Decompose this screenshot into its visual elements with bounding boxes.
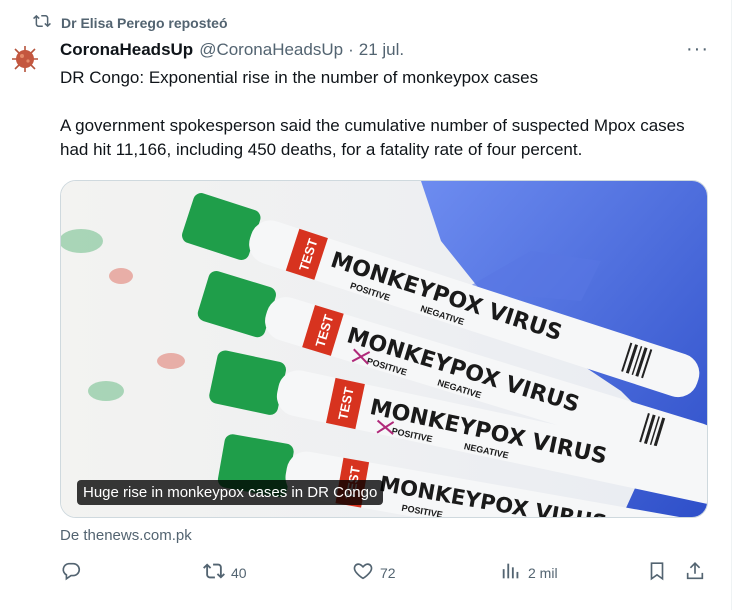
tweet-card[interactable]: Dr Elisa Perego reposteó CoronaHeadsUp @… [0, 0, 732, 610]
reply-button[interactable] [60, 560, 88, 585]
tweet-header: CoronaHeadsUp @CoronaHeadsUp · 21 jul. [60, 40, 711, 60]
views-button[interactable]: 2 mil [500, 560, 558, 585]
repost-label: Dr Elisa Perego reposteó [61, 14, 228, 31]
link-source[interactable]: De thenews.com.pk [60, 527, 192, 544]
share-button[interactable] [684, 560, 706, 585]
separator-dot: · [348, 40, 354, 59]
bookmark-icon [646, 560, 668, 585]
tweet-text: DR Congo: Exponential rise in the number… [60, 66, 710, 162]
heart-icon [352, 560, 374, 585]
author-handle[interactable]: @CoronaHeadsUp [199, 40, 343, 60]
views-count: 2 mil [528, 564, 558, 581]
share-icon [684, 560, 706, 585]
media-caption: Huge rise in monkeypox cases in DR Congo [77, 480, 384, 505]
repost-count: 40 [231, 564, 247, 581]
bookmark-button[interactable] [646, 560, 668, 585]
reply-icon [60, 560, 82, 585]
author-name[interactable]: CoronaHeadsUp [60, 40, 193, 60]
more-options-icon[interactable]: ··· [686, 39, 709, 59]
like-button[interactable]: 72 [352, 560, 396, 585]
repost-indicator[interactable]: Dr Elisa Perego reposteó [33, 12, 228, 33]
repost-button[interactable]: 40 [203, 560, 247, 585]
like-count: 72 [380, 564, 396, 581]
tweet-text-headline: DR Congo: Exponential rise in the number… [60, 68, 539, 87]
repost-icon [203, 560, 225, 585]
views-icon [500, 560, 522, 585]
tweet-text-body: A government spokesperson said the cumul… [60, 116, 685, 159]
media-image[interactable]: TEST MONKEYPOX VIRUS POSITIVE NEGATIVE T… [60, 180, 708, 518]
tweet-date[interactable]: 21 jul. [359, 40, 404, 60]
repost-icon [33, 12, 51, 33]
avatar[interactable] [10, 44, 40, 74]
tweet-actions: 40 72 2 mil [60, 560, 712, 586]
